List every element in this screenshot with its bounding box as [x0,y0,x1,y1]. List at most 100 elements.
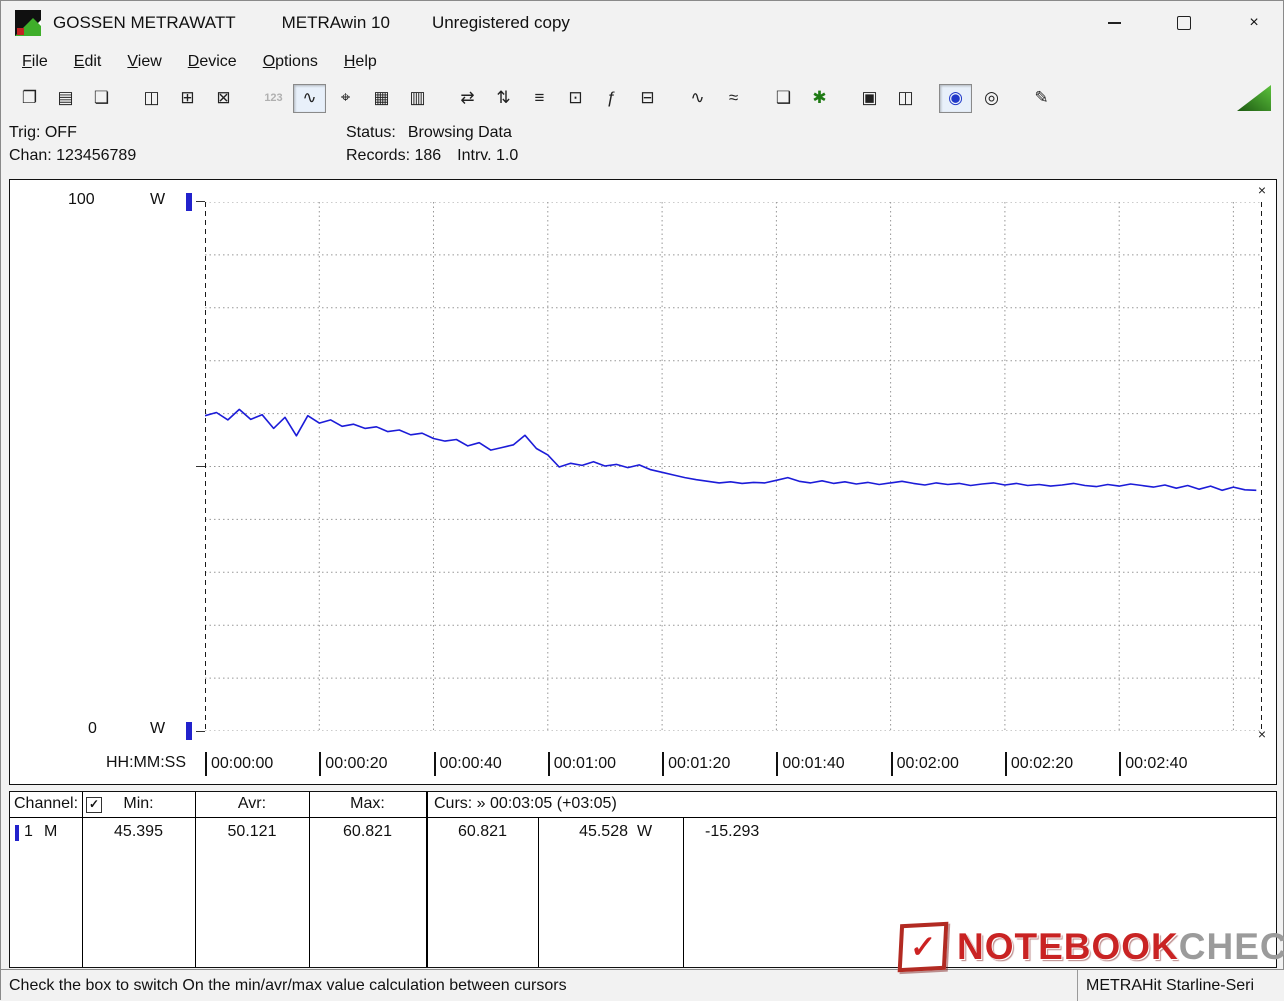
power-trend-chart [205,202,1262,731]
watermark-text-secondary: CHECK [1178,926,1284,967]
device-monitor-button[interactable]: ⊡ [559,84,592,113]
table-divider [82,792,83,967]
min-value: 45.395 [114,823,163,840]
channel-info: Chan: 123456789 [9,147,137,164]
window-controls: × [1091,1,1283,45]
max-column-header: Max: [350,795,385,812]
minimize-button[interactable] [1091,1,1137,45]
window-export-button[interactable]: ◫ [135,84,168,113]
window-close-button[interactable]: ⊠ [207,84,240,113]
info-panel: Trig: OFF Chan: 123456789 Status: Browsin… [1,117,1283,175]
channel-column-header: Channel: [14,795,79,812]
table-header-divider [10,817,1276,818]
send-device-data-button[interactable]: ⇅ [487,84,520,113]
cursor2-handle-top[interactable]: × [1254,182,1270,198]
recording-status: Status: Browsing Data [346,124,512,142]
print-button[interactable]: ▣ [853,84,886,113]
cursor2-handle-bottom[interactable]: × [1254,726,1270,742]
notebookcheck-check-icon: ✓ [897,921,949,973]
x-tick-label: 00:00:40 [433,752,502,776]
min-max-record-button[interactable]: ∿ [681,84,714,113]
menu-device[interactable]: Device [175,49,250,75]
x-tick-label: 00:00:20 [319,752,388,776]
minimize-icon [1107,22,1121,24]
app-logo-icon [15,10,41,36]
close-button[interactable]: × [1231,1,1277,45]
records-count: Records: 186 [346,147,442,164]
max-value: 60.821 [343,823,392,840]
menu-help[interactable]: Help [331,49,390,75]
status-value: Browsing Data [407,124,512,141]
table-divider [195,792,196,967]
x-tick-label: 00:02:40 [1119,752,1187,776]
min-column-header: Min: [123,795,154,812]
device-settings-button[interactable]: ≡ [523,84,556,113]
cursor2-value: 45.528 [579,823,628,840]
titlebar-app-name: GOSSEN METRAWATT [53,13,236,32]
maximize-button[interactable] [1161,1,1207,45]
copy-values-button[interactable]: ❑ [767,84,800,113]
status-label: Status: [346,124,396,141]
save-file-button[interactable]: ▤ [49,84,82,113]
x-tick-label: 00:02:00 [890,752,959,776]
notebookcheck-watermark: ✓ NOTEBOOKCHECK [897,919,1284,975]
interval-timer-button[interactable]: ✱ [803,84,836,113]
y-axis-unit-bottom: W [150,720,166,737]
x-tick-label: 00:00:00 [205,752,273,776]
numeric-display-button: 123 [264,92,283,104]
menu-options[interactable]: Options [250,49,331,75]
titlebar-product-name: METRAwin 10 [281,13,390,32]
y-axis-max-label: 100 [68,191,95,208]
y-range-marker-bottom[interactable] [186,722,192,740]
channel-number: 1 [24,823,33,840]
read-device-data-button[interactable]: ⇄ [451,84,484,113]
yt-chart-button[interactable]: ∿ [293,83,326,113]
open-config-button[interactable]: ❐ [13,84,46,113]
toolbar: ❐ ▤ ❏ ◫ ⊞ ⊠ 123 ∿ ⌖ ▦ ▥ ⇄ ⇅ ≡ ⊡ ƒ ⊟ ∿ ≈ ❑ ✱ ▣ ◫ ◉ ◎ ✎ [1,79,1283,117]
interval-value: Intrv. 1.0 [457,147,519,164]
menu-edit[interactable]: Edit [61,49,115,75]
xy-scope-button[interactable]: ⌖ [329,84,362,113]
y-tick-mark [196,466,205,467]
titlebar: GOSSEN METRAWATT METRAwin 10 Unregistere… [1,1,1283,45]
chart-panel: 100 W 0 W × × HH:MM:SS 00:00:00 00:00:20 0… [9,179,1277,785]
device-display-button[interactable]: ⊟ [631,84,664,113]
x-axis-title: HH:MM:SS [106,754,186,771]
table-divider [309,792,310,967]
math-function-button[interactable]: ƒ [595,84,628,113]
bar-graph-button[interactable]: ▥ [401,84,434,113]
y-range-marker-top[interactable] [186,193,192,211]
maximize-icon [1177,16,1191,30]
menu-file[interactable]: File [9,49,61,75]
channel1-color-marker [15,825,19,841]
y-tick-mark [196,731,205,732]
y-tick-mark [196,201,205,202]
records-info: Records: 186 Intrv. 1.0 [346,147,518,165]
plot-area[interactable] [205,202,1262,731]
table-divider-cursor [426,792,428,967]
y-axis-min-label: 0 [88,720,97,737]
watermark-text-primary: NOTEBOOK [957,926,1179,967]
x-tick-label: 00:01:00 [547,752,616,776]
data-table-button[interactable]: ▦ [365,84,398,113]
open-folder-button[interactable]: ❏ [85,84,118,113]
trigger-status: Trig: OFF [9,124,77,141]
print-setup-button[interactable]: ◫ [889,84,922,113]
cursor-delta-value: -15.293 [705,823,760,840]
cursor-column-header: Curs: » 00:03:05 (+03:05) [434,795,617,812]
table-divider [683,817,684,967]
x-tick-label: 00:01:40 [776,752,845,776]
y-axis-unit-top: W [150,191,166,208]
cursor2-unit: W [637,823,653,840]
menu-view[interactable]: View [114,49,174,75]
titlebar-license-status: Unregistered copy [431,13,570,32]
window-copy-button[interactable]: ⊞ [171,84,204,113]
zoom-out-button[interactable]: ◎ [975,84,1008,113]
cursor1-value: 60.821 [458,823,507,840]
envelope-curve-button[interactable]: ≈ [717,84,750,113]
avr-column-header: Avr: [237,795,267,812]
avr-value: 50.121 [227,823,277,840]
x-tick-label: 00:01:20 [662,752,730,776]
annotations-button[interactable]: ✎ [1025,84,1058,113]
zoom-mode-button[interactable]: ◉ [939,83,972,113]
